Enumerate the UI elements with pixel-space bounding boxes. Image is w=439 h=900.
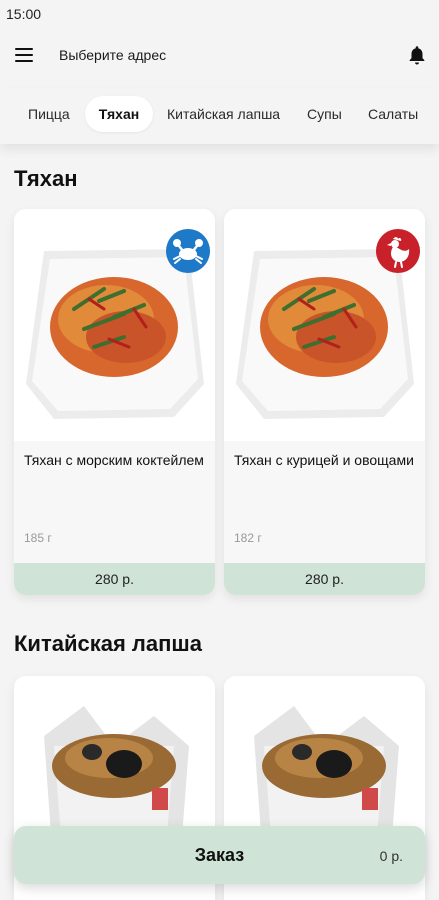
product-name: Тяхан с курицей и овощами bbox=[234, 452, 414, 468]
product-card[interactable]: Тяхан с морским коктейлем 185 г 280 р. bbox=[14, 209, 215, 595]
product-card[interactable]: Тяхан с курицей и овощами 182 г 280 р. bbox=[224, 209, 425, 595]
tab-soups[interactable]: Супы bbox=[307, 96, 342, 132]
section-title-chinese-noodles: Китайская лапша bbox=[14, 631, 202, 656]
app-screen: 15:00 Выберите адрес Пицца Тяхан Китайск… bbox=[0, 0, 439, 900]
crab-icon bbox=[166, 229, 210, 273]
tab-pizza[interactable]: Пицца bbox=[28, 96, 70, 132]
bell-icon[interactable] bbox=[406, 43, 428, 67]
add-to-cart-price-button[interactable]: 280 р. bbox=[14, 563, 215, 595]
product-weight: 182 г bbox=[234, 531, 262, 545]
top-bar: Выберите адрес bbox=[0, 34, 439, 78]
order-button[interactable]: Заказ 0 р. bbox=[14, 826, 425, 884]
menu-icon[interactable] bbox=[15, 47, 35, 63]
add-to-cart-price-button[interactable]: 280 р. bbox=[224, 563, 425, 595]
product-name: Тяхан с морским коктейлем bbox=[24, 452, 204, 468]
order-total: 0 р. bbox=[379, 848, 403, 864]
order-label: Заказ bbox=[194, 845, 245, 865]
chicken-icon bbox=[376, 229, 420, 273]
tab-salads[interactable]: Салаты bbox=[368, 96, 418, 132]
product-weight: 185 г bbox=[24, 531, 52, 545]
tab-tyahan[interactable]: Тяхан bbox=[85, 96, 153, 132]
category-tabs: Пицца Тяхан Китайская лапша Супы Салаты bbox=[0, 88, 439, 144]
section-title-tyahan: Тяхан bbox=[14, 166, 78, 191]
address-selector[interactable]: Выберите адрес bbox=[59, 47, 166, 63]
tab-chinese-noodles[interactable]: Китайская лапша bbox=[167, 96, 280, 132]
status-bar-time: 15:00 bbox=[6, 6, 42, 22]
